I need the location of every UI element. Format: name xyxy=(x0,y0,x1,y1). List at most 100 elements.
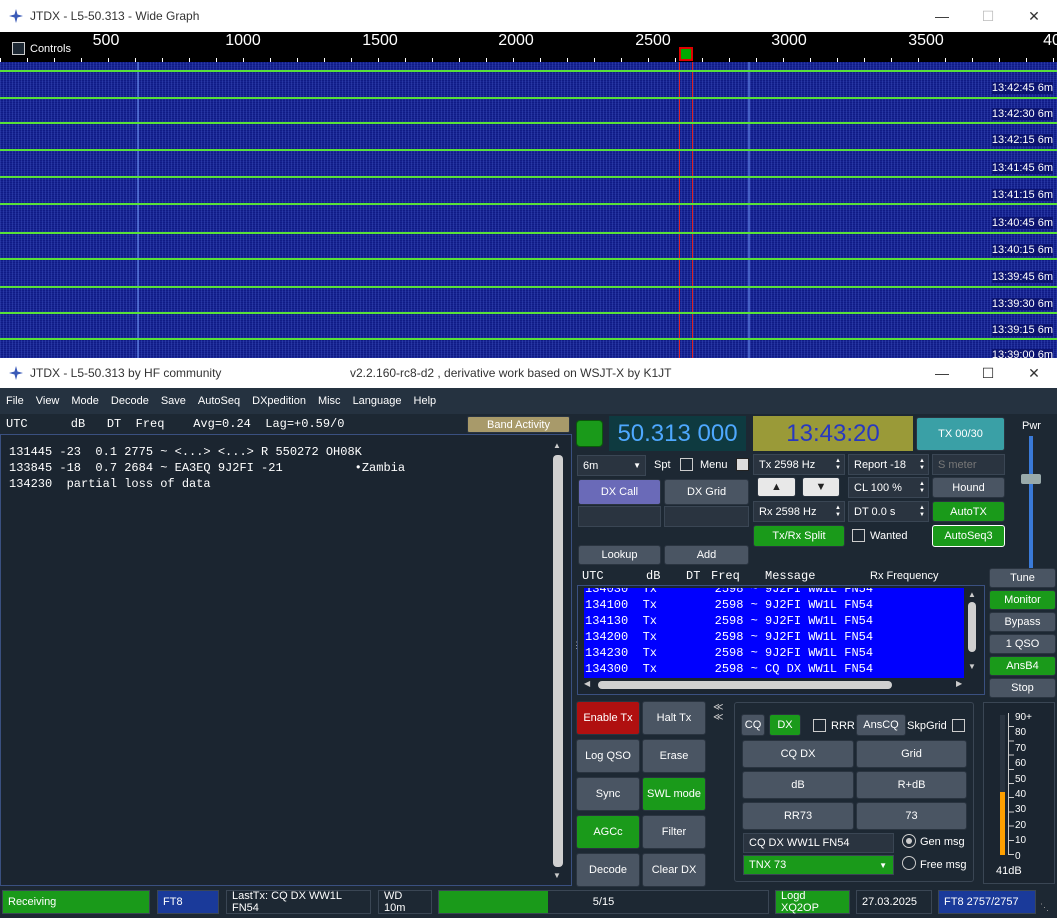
erase-button[interactable]: Erase xyxy=(642,739,706,773)
close-icon[interactable]: ✕ xyxy=(1011,0,1057,32)
menu-save[interactable]: Save xyxy=(155,395,192,407)
tune-button[interactable]: Tune xyxy=(989,568,1056,588)
rx-frequency-panel[interactable]: 134030 Tx 2598 ~ 9J2FI WW1L FN54 134100 … xyxy=(577,585,985,695)
spin-arrows-icon[interactable]: ▲ ▼ xyxy=(919,505,925,519)
stop-button[interactable]: Stop xyxy=(989,678,1056,698)
lookup-button[interactable]: Lookup xyxy=(578,545,661,565)
autotx-button[interactable]: AutoTX xyxy=(932,501,1005,522)
grid-button[interactable]: Grid xyxy=(856,740,967,768)
dx-grid-input[interactable] xyxy=(664,506,749,527)
frequency-display[interactable]: 50.313 000 xyxy=(609,416,746,451)
scroll-down-icon[interactable]: ▼ xyxy=(968,662,976,671)
menu-file[interactable]: File xyxy=(0,395,30,407)
down-arrow-button[interactable]: ▼ xyxy=(802,477,840,497)
r-db-button[interactable]: R+dB xyxy=(856,771,967,799)
rx-tx-list[interactable]: 134030 Tx 2598 ~ 9J2FI WW1L FN54 134100 … xyxy=(584,588,964,678)
maximize-icon[interactable]: ☐ xyxy=(965,0,1011,32)
menu-misc[interactable]: Misc xyxy=(312,395,347,407)
rx-line[interactable]: 134230 Tx 2598 ~ 9J2FI WW1L FN54 xyxy=(585,645,873,661)
monitor-button[interactable]: Monitor xyxy=(989,590,1056,610)
db-button[interactable]: dB xyxy=(742,771,854,799)
dx-grid-button[interactable]: DX Grid xyxy=(664,479,749,505)
close-icon[interactable]: ✕ xyxy=(1011,358,1057,388)
spin-arrows-icon[interactable]: ▲ ▼ xyxy=(919,458,925,472)
sync-button[interactable]: Sync xyxy=(576,777,640,811)
gen-msg-radio[interactable] xyxy=(902,834,916,848)
cq-button[interactable]: CQ xyxy=(741,714,765,736)
add-button[interactable]: Add xyxy=(664,545,749,565)
rx-line[interactable]: 134100 Tx 2598 ~ 9J2FI WW1L FN54 xyxy=(585,597,873,613)
decode-line[interactable]: 134230 partial loss of data xyxy=(9,476,211,492)
decode-line[interactable]: 131445 -23 0.1 2775 ~ <...> <...> R 5502… xyxy=(9,444,362,460)
rx-vertical-scrollbar[interactable] xyxy=(968,602,976,652)
73-button[interactable]: 73 xyxy=(856,802,967,830)
menu-language[interactable]: Language xyxy=(347,395,408,407)
spin-arrows-icon[interactable]: ▲ ▼ xyxy=(835,458,841,472)
spin-arrows-icon[interactable]: ▲ ▼ xyxy=(919,481,925,495)
band-activity-scrollbar[interactable] xyxy=(553,455,563,867)
dx-call-button[interactable]: DX Call xyxy=(578,479,661,505)
one-qso-button[interactable]: 1 QSO xyxy=(989,634,1056,654)
dx-button[interactable]: DX xyxy=(769,714,801,736)
autoseq3-button[interactable]: AutoSeq3 xyxy=(932,525,1005,547)
tx-rx-split-button[interactable]: Tx/Rx Split xyxy=(753,525,845,547)
log-qso-button[interactable]: Log QSO xyxy=(576,739,640,773)
rx-horizontal-scrollbar[interactable] xyxy=(598,681,892,689)
menu-mode[interactable]: Mode xyxy=(65,395,105,407)
menu-checkbox[interactable] xyxy=(736,458,749,471)
rx-line[interactable]: 134300 Tx 2598 ~ CQ DX WW1L FN54 xyxy=(585,661,873,677)
minimize-icon[interactable]: — xyxy=(919,358,965,388)
skpgrid-checkbox[interactable] xyxy=(952,719,965,732)
waterfall[interactable]: 13:42:45 6m 13:42:30 6m 13:42:15 6m 13:4… xyxy=(0,62,1057,358)
menu-view[interactable]: View xyxy=(30,395,66,407)
controls-checkbox[interactable] xyxy=(12,42,25,55)
decode-button[interactable]: Decode xyxy=(576,853,640,887)
collapse-arrows-icon[interactable]: ≪ ≪ xyxy=(713,703,723,723)
rx-frequency-spin[interactable]: Rx 2598 Hz ▲ ▼ xyxy=(753,501,845,522)
halt-tx-button[interactable]: Halt Tx xyxy=(642,701,706,735)
rx-line[interactable]: 134130 Tx 2598 ~ 9J2FI WW1L FN54 xyxy=(585,613,873,629)
swl-mode-button[interactable]: SWL mode xyxy=(642,777,706,811)
clear-dx-button[interactable]: Clear DX xyxy=(642,853,706,887)
hound-button[interactable]: Hound xyxy=(932,477,1005,498)
maximize-icon[interactable]: ☐ xyxy=(965,358,1011,388)
anscq-button[interactable]: AnsCQ xyxy=(856,714,906,736)
dx-call-input[interactable] xyxy=(578,506,661,527)
power-slider-handle[interactable] xyxy=(1021,474,1041,484)
menu-autoseq[interactable]: AutoSeq xyxy=(192,395,246,407)
rrr-checkbox[interactable] xyxy=(813,719,826,732)
up-arrow-button[interactable]: ▲ xyxy=(757,477,796,497)
power-slider-track[interactable] xyxy=(1029,436,1033,578)
dt-spin[interactable]: DT 0.0 s ▲ ▼ xyxy=(848,501,929,522)
tx-frequency-spin[interactable]: Tx 2598 Hz ▲ ▼ xyxy=(753,454,845,475)
cl-spin[interactable]: CL 100 % ▲ ▼ xyxy=(848,477,929,498)
tx-counter-button[interactable]: TX 00/30 xyxy=(916,417,1005,451)
menu-decode[interactable]: Decode xyxy=(105,395,155,407)
rr73-button[interactable]: RR73 xyxy=(742,802,854,830)
scroll-right-icon[interactable]: ▶ xyxy=(956,679,962,688)
bypass-button[interactable]: Bypass xyxy=(989,612,1056,632)
enable-tx-button[interactable]: Enable Tx xyxy=(576,701,640,735)
wanted-checkbox[interactable] xyxy=(852,529,865,542)
gen-msg-input[interactable]: CQ DX WW1L FN54 xyxy=(743,833,894,853)
report-spin[interactable]: Report -18 ▲ ▼ xyxy=(848,454,929,475)
free-msg-radio[interactable] xyxy=(902,856,916,870)
menu-dxpedition[interactable]: DXpedition xyxy=(246,395,312,407)
frequency-scale[interactable]: Controls 500 1000 1500 2000 2500 3000 35… xyxy=(0,32,1057,62)
spt-checkbox[interactable] xyxy=(680,458,693,471)
rx-status-led[interactable] xyxy=(576,420,603,447)
menu-help[interactable]: Help xyxy=(408,395,443,407)
agcc-button[interactable]: AGCc xyxy=(576,815,640,849)
spin-arrows-icon[interactable]: ▲ ▼ xyxy=(835,505,841,519)
decode-line[interactable]: 133845 -18 0.7 2684 ~ EA3EQ 9J2FI -21 •Z… xyxy=(9,460,405,476)
minimize-icon[interactable]: — xyxy=(919,0,965,32)
scroll-down-icon[interactable]: ▼ xyxy=(553,871,561,880)
free-msg-select[interactable]: TNX 73 ▼ xyxy=(743,855,894,875)
scroll-left-icon[interactable]: ◀ xyxy=(584,679,590,688)
rx-line[interactable]: 134200 Tx 2598 ~ 9J2FI WW1L FN54 xyxy=(585,629,873,645)
scroll-up-icon[interactable]: ▲ xyxy=(968,590,976,599)
band-activity-panel[interactable]: 131445 -23 0.1 2775 ~ <...> <...> R 5502… xyxy=(0,434,572,886)
filter-button[interactable]: Filter xyxy=(642,815,706,849)
band-select[interactable]: 6m ▼ xyxy=(577,455,646,476)
rx-line[interactable]: 134030 Tx 2598 ~ 9J2FI WW1L FN54 xyxy=(585,588,873,597)
